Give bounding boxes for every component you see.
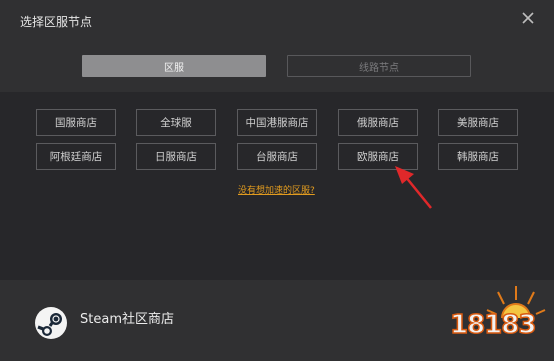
- watermark-text: 18183: [449, 309, 537, 341]
- region-select-dialog: 选择区服节点 区服 线路节点 国服商店 全球服 中国港服商店 俄服商店 美服商店…: [0, 0, 554, 361]
- steam-store-label: Steam社区商店: [80, 312, 174, 327]
- steam-logo-icon: [34, 306, 68, 340]
